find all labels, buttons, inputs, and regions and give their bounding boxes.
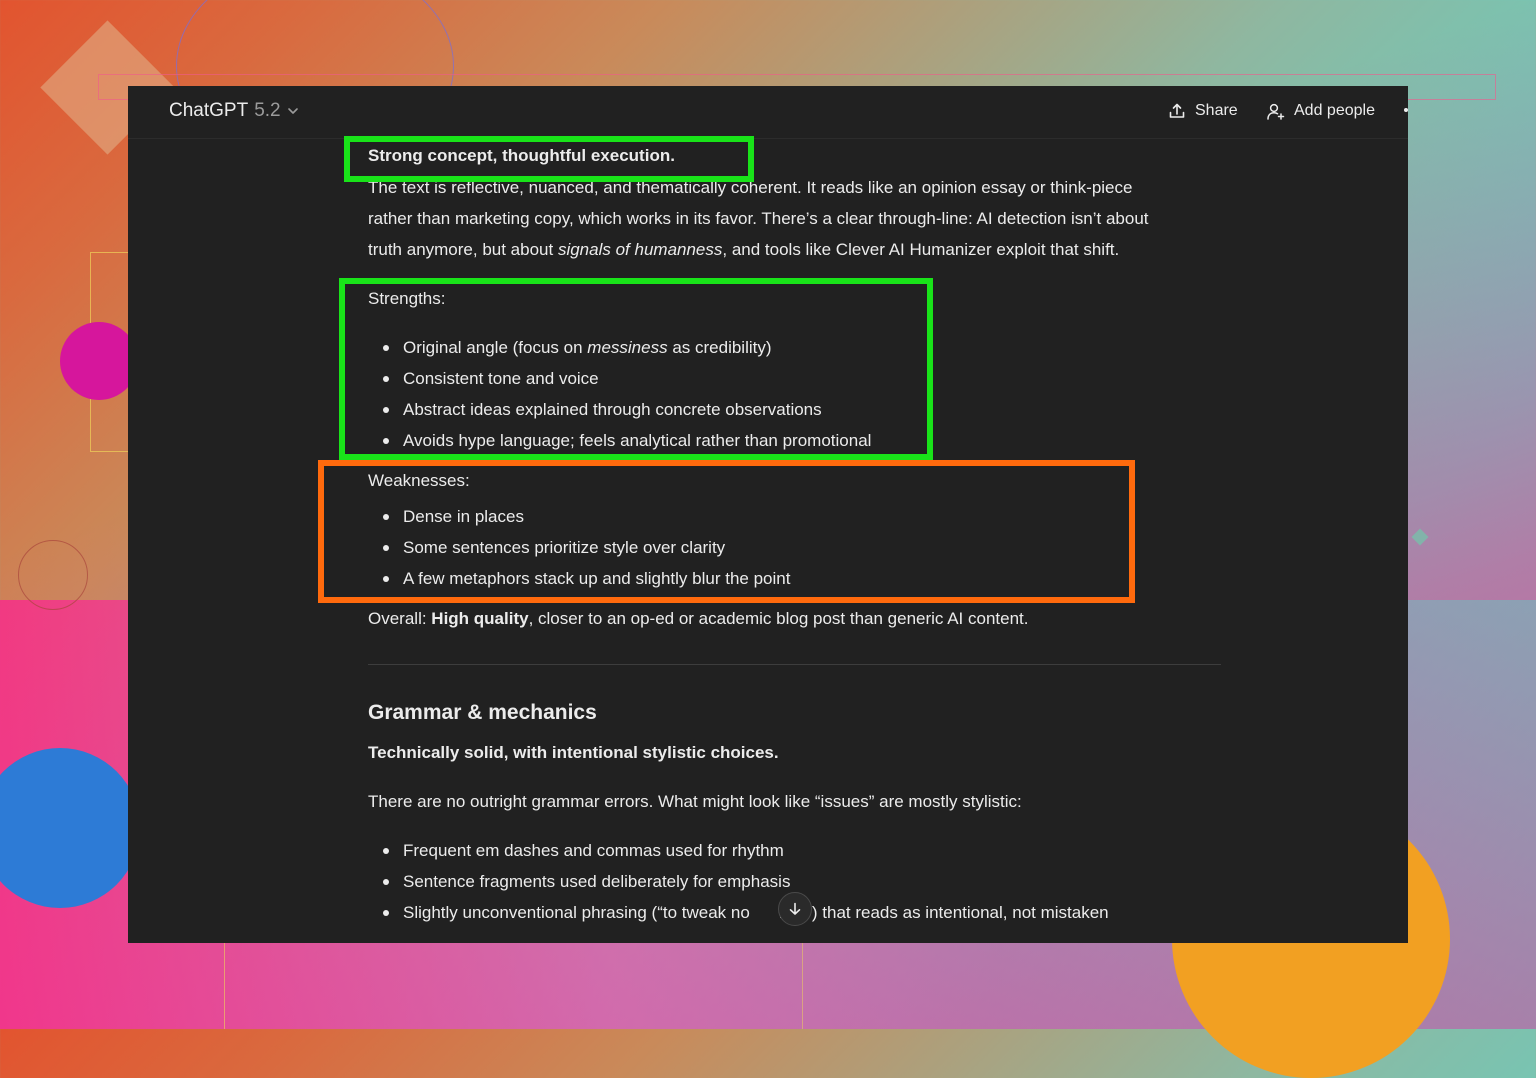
decor-ring [18,540,88,610]
list-item: Avoids hype language; feels analytical r… [403,431,872,450]
list-item: Abstract ideas explained through concret… [403,400,822,419]
text-span: Overall: [368,609,432,628]
bullet-dot [383,910,389,916]
list-item: Dense in places [403,507,524,526]
list-item: Frequent em dashes and commas used for r… [403,841,784,860]
decor-line [802,940,803,1029]
bullet-dot [383,848,389,854]
bullet-dot [383,345,389,351]
text-span: truth anymore, but about [368,240,558,259]
text-span: Slightly unconventional phrasing (“to tw… [403,903,750,922]
decor-blue-circle [0,748,140,908]
strengths-label: Strengths: [368,289,446,308]
bullet-dot [383,407,389,413]
section-subtitle: Technically solid, with intentional styl… [368,743,779,762]
list-item: Slightly unconventional phrasing (“to tw… [403,903,1109,923]
list-item: Consistent tone and voice [403,369,599,388]
list-item: Sentence fragments used deliberately for… [403,872,791,891]
arrow-down-icon [789,902,801,915]
chat-window: ChatGPT 5.2 Share Add people Strong conc… [128,86,1408,943]
text-span: , closer to an op-ed or academic blog po… [528,609,1029,628]
divider [368,664,1221,665]
weaknesses-label: Weaknesses: [368,471,470,490]
decor-magenta-circle [60,322,138,400]
paragraph-line: rather than marketing copy, which works … [368,209,1149,228]
text-span: , and tools like Clever AI Humanizer exp… [722,240,1120,259]
scroll-down-button[interactable] [778,892,812,926]
section-heading: Strong concept, thoughtful execution. [368,146,675,165]
list-item: A few metaphors stack up and slightly bl… [403,569,791,588]
list-item: Original angle (focus on messiness as cr… [403,338,772,358]
bullet-dot [383,438,389,444]
text-span: Original angle (focus on [403,338,588,357]
overall-summary: Overall: High quality, closer to an op-e… [368,609,1029,629]
paragraph-line: The text is reflective, nuanced, and the… [368,178,1133,197]
paragraph: There are no outright grammar errors. Wh… [368,792,1022,811]
paragraph-line: truth anymore, but about signals of huma… [368,234,1119,265]
bullet-dot [383,879,389,885]
bold-text: High quality [431,609,529,628]
text-span: nse”) that reads as intentional, not mis… [778,903,1109,922]
decor-line [224,940,225,1029]
text-span: as credibility) [667,338,772,357]
bullet-dot [383,514,389,520]
bullet-dot [383,545,389,551]
bullet-dot [383,576,389,582]
decor-small-diamond [1411,528,1429,546]
emphasis-text: messiness [587,338,668,357]
emphasis-text: signals of humanness [557,240,723,259]
list-item: Some sentences prioritize style over cla… [403,538,726,557]
bullet-dot [383,376,389,382]
assistant-message: Strong concept, thoughtful execution. Th… [128,86,1408,943]
section-title: Grammar & mechanics [368,701,597,724]
